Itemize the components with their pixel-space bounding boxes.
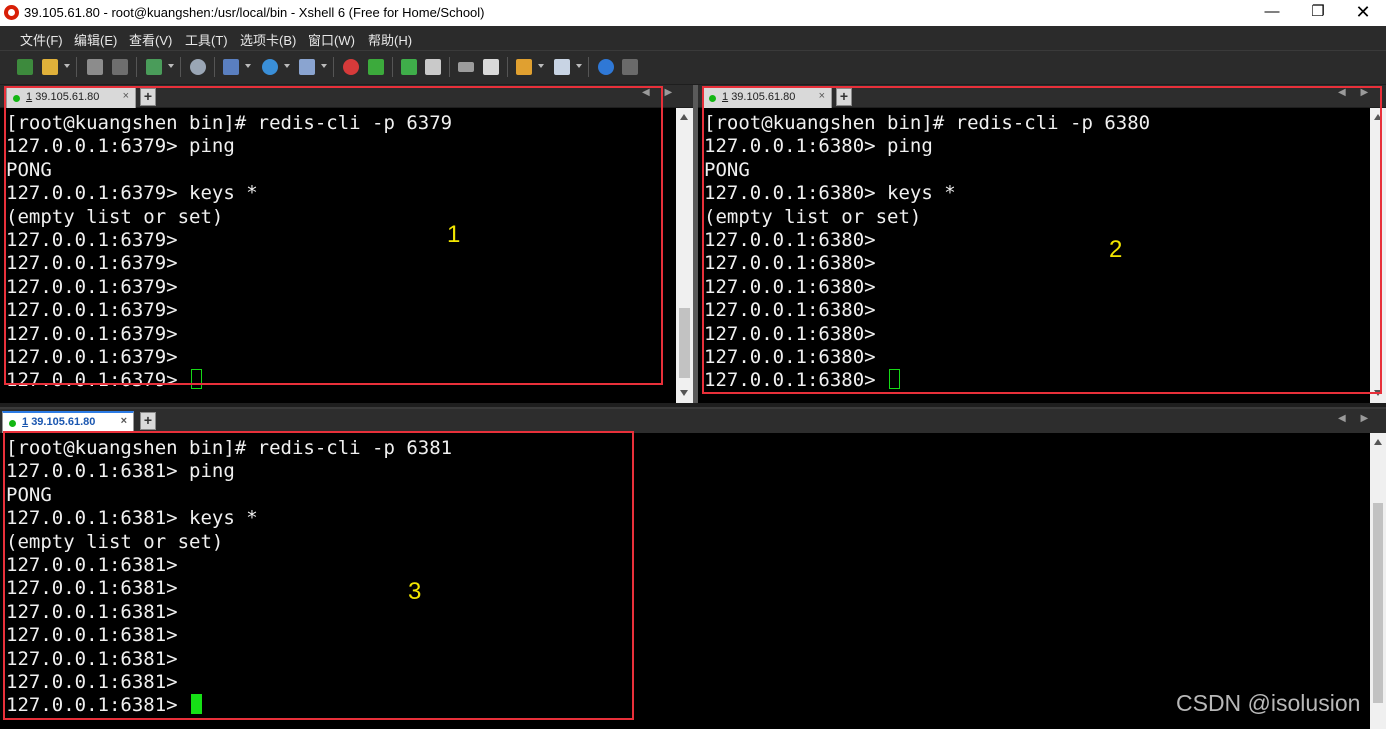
scrollbar-pane-3[interactable] [1370,433,1386,729]
tab-close-icon[interactable]: × [121,415,127,427]
help-icon[interactable] [598,59,614,75]
reconnect-icon[interactable] [112,59,128,75]
tab-scroll-arrows[interactable]: ◀ ▶ [1338,413,1374,424]
maximize-button[interactable]: ❐ [1295,0,1341,26]
compose-icon[interactable] [516,59,532,75]
layout-icon[interactable] [554,59,570,75]
pane-number-label: 1 [447,221,461,248]
menu-view[interactable]: 查看(V) [129,30,172,49]
menu-bar: 文件(F) 编辑(E) 查看(V) 工具(T) 选项卡(B) 窗口(W) 帮助(… [0,26,1386,50]
menu-help[interactable]: 帮助(H) [368,30,412,49]
scroll-thumb[interactable] [679,308,690,378]
search-icon[interactable] [190,59,206,75]
menu-tools[interactable]: 工具(T) [185,30,228,49]
title-bar: 39.105.61.80 - root@kuangshen:/usr/local… [0,0,1386,27]
scroll-up-arrow[interactable] [1374,439,1382,445]
connected-status-icon [9,420,16,427]
transfer-icon[interactable] [223,59,239,75]
toolbar [0,50,1386,84]
menu-file[interactable]: 文件(F) [20,30,63,49]
pane-number-label: 3 [408,578,422,605]
tab-strip-pane-3: 1 39.105.61.80 × + ◀ ▶ [0,407,1386,434]
window-title: 39.105.61.80 - root@kuangshen:/usr/local… [24,5,485,20]
highlight-icon[interactable] [483,59,499,75]
disconnect-icon[interactable] [87,59,103,75]
highlight-box-pane-2 [702,86,1382,394]
chat-icon[interactable] [622,59,638,75]
lock-icon[interactable] [425,59,441,75]
minimize-button[interactable]: — [1249,0,1295,26]
menu-edit[interactable]: 编辑(E) [74,30,117,49]
xshell-logo-icon [4,5,19,20]
highlight-box-pane-3 [3,431,634,720]
open-folder-icon[interactable] [42,59,58,75]
scroll-down-arrow[interactable] [680,390,688,396]
highlight-box-pane-1 [4,86,663,385]
scrollbar-pane-1[interactable] [676,108,693,403]
menu-tabs[interactable]: 选项卡(B) [240,30,296,49]
keyboard-icon[interactable] [458,62,474,72]
font-icon[interactable] [299,59,315,75]
fullscreen-icon[interactable] [401,59,417,75]
new-tab-icon[interactable] [146,59,162,75]
scroll-thumb[interactable] [1373,503,1383,703]
menu-window[interactable]: 窗口(W) [308,30,355,49]
new-session-icon[interactable] [17,59,33,75]
xmanager-icon[interactable] [368,59,384,75]
globe-icon[interactable] [262,59,278,75]
pane-number-label: 2 [1109,236,1123,263]
add-tab-button[interactable]: + [140,412,156,430]
close-button[interactable]: ✕ [1340,0,1386,26]
tab-session-pane-3[interactable]: 1 39.105.61.80 × [2,411,134,433]
scroll-up-arrow[interactable] [680,114,688,120]
watermark: CSDN @isolusion [1176,690,1361,716]
xftp-icon[interactable] [343,59,359,75]
